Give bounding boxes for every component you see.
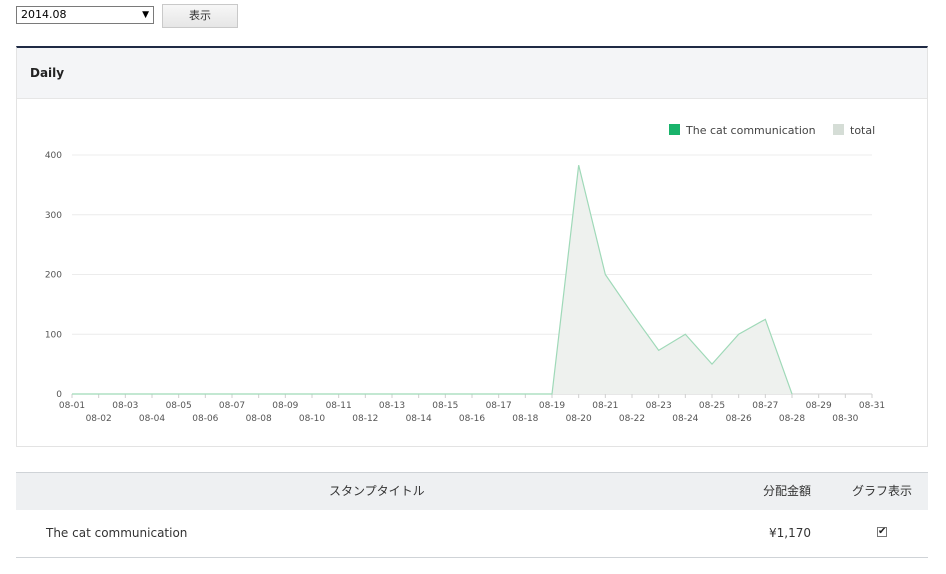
x-tick-label: 08-05 xyxy=(166,401,192,411)
daily-panel: Daily 0 100 200 300 400 08-01 08-02 08-03 08-04 0… xyxy=(16,46,928,447)
graph-checkbox[interactable]: ✔ xyxy=(877,527,887,537)
table-header: スタンプタイトル 分配金額 グラフ表示 xyxy=(16,472,928,510)
chevron-down-icon: ▼ xyxy=(142,10,149,20)
y-tick-label: 400 xyxy=(45,151,62,161)
legend-label: The cat communication xyxy=(685,124,816,137)
row-amount: ¥1,170 xyxy=(769,526,811,540)
x-tick-label: 08-23 xyxy=(646,401,672,411)
x-tick-label: 08-09 xyxy=(272,401,298,411)
x-tick-label: 08-15 xyxy=(432,401,458,411)
x-tick-label: 08-22 xyxy=(619,414,645,424)
x-tick-label: 08-16 xyxy=(459,414,485,424)
y-tick-label: 300 xyxy=(45,211,62,221)
x-tick-label: 08-20 xyxy=(566,414,592,424)
x-tick-label: 08-01 xyxy=(59,401,85,411)
x-tick-label: 08-13 xyxy=(379,401,405,411)
x-tick-label: 08-04 xyxy=(139,414,165,424)
x-tick-label: 08-11 xyxy=(326,401,352,411)
x-tick-label: 08-14 xyxy=(406,414,432,424)
x-tick-label: 08-24 xyxy=(672,414,698,424)
stamp-table: スタンプタイトル 分配金額 グラフ表示 The cat communicatio… xyxy=(16,472,928,558)
legend-label: total xyxy=(850,124,875,137)
month-select-value: 2014.08 xyxy=(21,8,67,21)
table-row: The cat communication ¥1,170 ✔ xyxy=(16,510,928,558)
x-tick-label: 08-12 xyxy=(352,414,378,424)
row-title: The cat communication xyxy=(46,526,188,540)
y-tick-label: 200 xyxy=(45,271,62,281)
y-tick-label: 100 xyxy=(45,330,62,340)
show-button[interactable]: 表示 xyxy=(162,4,238,28)
x-tick-label: 08-07 xyxy=(219,401,245,411)
series-area-total xyxy=(72,165,792,394)
x-tick-label: 08-02 xyxy=(86,414,112,424)
x-tick-label: 08-17 xyxy=(486,401,512,411)
legend-swatch xyxy=(833,124,844,135)
x-tick-label: 08-28 xyxy=(779,414,805,424)
header-stamp-title: スタンプタイトル xyxy=(329,484,425,498)
x-tick-label: 08-29 xyxy=(806,401,832,411)
x-tick-label: 08-03 xyxy=(112,401,138,411)
x-tick-label: 08-08 xyxy=(246,414,272,424)
month-select[interactable]: 2014.08 ▼ xyxy=(16,6,154,24)
legend-swatch xyxy=(669,124,680,135)
x-tick-label: 08-25 xyxy=(699,401,725,411)
daily-chart: 010020030040008-0108-0208-0308-0408-0508… xyxy=(45,124,885,424)
x-tick-label: 08-19 xyxy=(539,401,565,411)
x-tick-label: 08-30 xyxy=(832,414,858,424)
x-tick-label: 08-06 xyxy=(192,414,218,424)
x-tick-label: 08-18 xyxy=(512,414,538,424)
x-tick-label: 08-21 xyxy=(592,401,618,411)
y-tick-label: 0 xyxy=(56,390,62,400)
x-tick-label: 08-10 xyxy=(299,414,325,424)
x-tick-label: 08-31 xyxy=(859,401,885,411)
header-amount: 分配金額 xyxy=(763,484,812,498)
x-tick-label: 08-27 xyxy=(752,401,778,411)
header-graph: グラフ表示 xyxy=(852,484,913,498)
x-tick-label: 08-26 xyxy=(726,414,752,424)
check-icon: ✔ xyxy=(878,526,887,537)
